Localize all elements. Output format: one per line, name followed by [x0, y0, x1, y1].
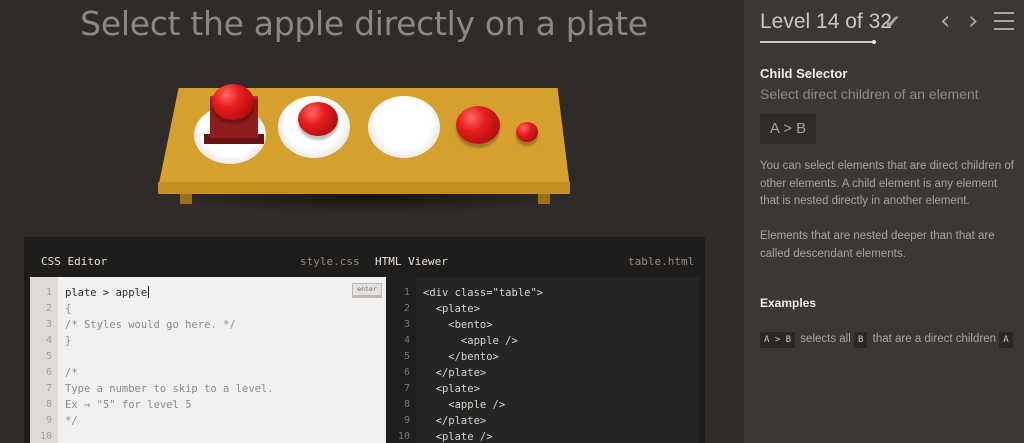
line-number: 8 — [45, 399, 52, 410]
html-viewer-title: HTML Viewer — [375, 255, 448, 268]
css-input-line[interactable]: plate > apple — [65, 285, 150, 301]
selector-syntax: A > B — [760, 114, 816, 144]
html-file-name: table.html — [628, 255, 695, 268]
html-code-line[interactable]: <apple /> — [423, 397, 505, 413]
html-code-line[interactable]: <plate> — [423, 381, 480, 397]
css-code-line: Type a number to skip to a level. — [65, 383, 274, 395]
line-number: 5 — [403, 351, 410, 362]
css-editor-title: CSS Editor — [41, 255, 108, 268]
line-number: 9 — [403, 415, 410, 426]
css-input[interactable]: plate > apple — [65, 287, 147, 299]
line-number: 3 — [403, 319, 410, 330]
css-code-line: /* Styles would go here. */ — [65, 319, 236, 331]
previous-level-button[interactable]: ‹ — [940, 6, 950, 36]
html-code-line[interactable]: </plate> — [423, 413, 487, 429]
enter-button[interactable]: enter — [352, 283, 382, 298]
apple-on-plate[interactable] — [298, 102, 338, 136]
css-file-name: style.css — [300, 255, 360, 268]
example-code: A > B — [760, 332, 796, 348]
sidebar: Level 14 of 32 ✔ ‹ › Child Selector Sele… — [744, 0, 1024, 443]
selector-name: Child Selector — [760, 66, 848, 81]
html-code-line[interactable]: <plate> — [423, 301, 480, 317]
selector-title: Select direct children of an element — [760, 86, 979, 102]
hamburger-menu-icon[interactable] — [994, 12, 1014, 36]
table-leg-right — [538, 194, 550, 204]
line-number: 7 — [403, 383, 410, 394]
lesson-description: You can select elements that are direct … — [760, 160, 1014, 207]
line-number: 4 — [403, 335, 410, 346]
examples-heading: Examples — [760, 296, 817, 310]
apple-in-bento[interactable] — [212, 84, 254, 120]
line-number: 3 — [45, 319, 52, 330]
editor-header: CSS Editor style.css HTML Viewer table.h… — [24, 237, 705, 277]
table-front — [158, 182, 570, 194]
table-leg-left — [180, 194, 192, 204]
example-text: selects all — [800, 333, 851, 345]
line-number: 10 — [397, 431, 410, 442]
html-code-line[interactable]: <plate /> — [423, 429, 493, 443]
line-number: 5 — [45, 351, 52, 362]
lesson-description-2: Elements that are nested deeper than tha… — [760, 230, 995, 260]
apple-on-table[interactable] — [456, 106, 500, 144]
html-code-line[interactable]: <bento> — [423, 317, 492, 333]
line-number: 2 — [403, 303, 410, 314]
html-code-line[interactable]: </bento> — [423, 349, 499, 365]
level-progress-bar — [760, 40, 876, 44]
line-number: 1 — [45, 287, 52, 298]
line-number: 6 — [403, 367, 410, 378]
level-indicator[interactable]: Level 14 of 32 — [760, 10, 892, 34]
progress-knob — [872, 40, 876, 44]
line-number: 7 — [45, 383, 52, 394]
example-code: A — [999, 332, 1013, 348]
line-number: 9 — [45, 415, 52, 426]
checkmark-icon: ✔ — [884, 12, 901, 34]
progress-fill — [760, 41, 874, 43]
plate-3[interactable] — [368, 96, 440, 158]
css-code-line: /* — [65, 367, 78, 379]
line-number: 1 — [403, 287, 410, 298]
line-number: 4 — [45, 335, 52, 346]
css-code-line: */ — [65, 415, 78, 427]
line-number: 6 — [45, 367, 52, 378]
example-text: that are a direct children — [872, 333, 996, 345]
html-viewer: 1 2 3 4 5 6 7 8 9 10 <div class="table">… — [388, 277, 699, 443]
level-instruction: Select the apple directly on a plate — [80, 4, 648, 43]
example-item: A > B selects all B that are a direct ch… — [760, 328, 1018, 350]
css-code-line: Ex → "5" for level 5 — [65, 399, 192, 411]
html-code-line[interactable]: <apple /> — [423, 333, 518, 349]
line-number: 8 — [403, 399, 410, 410]
css-editor[interactable]: 1 2 3 4 5 6 7 8 9 10 plate > apple { /* … — [30, 277, 386, 443]
game-area: Select the apple directly on a plate CSS… — [0, 0, 744, 443]
next-level-button[interactable]: › — [968, 6, 978, 36]
table — [156, 82, 574, 222]
css-code-line: { — [65, 303, 72, 315]
html-code-line[interactable]: <div class="table"> — [423, 285, 543, 301]
line-number: 2 — [45, 303, 52, 314]
line-number: 10 — [39, 431, 52, 442]
editor-panel: CSS Editor style.css HTML Viewer table.h… — [24, 237, 705, 443]
example-code: B — [854, 332, 868, 348]
text-cursor — [148, 286, 150, 298]
css-code-line: } — [65, 335, 72, 347]
apple-small[interactable] — [516, 122, 538, 142]
html-code-line[interactable]: </plate> — [423, 365, 487, 381]
